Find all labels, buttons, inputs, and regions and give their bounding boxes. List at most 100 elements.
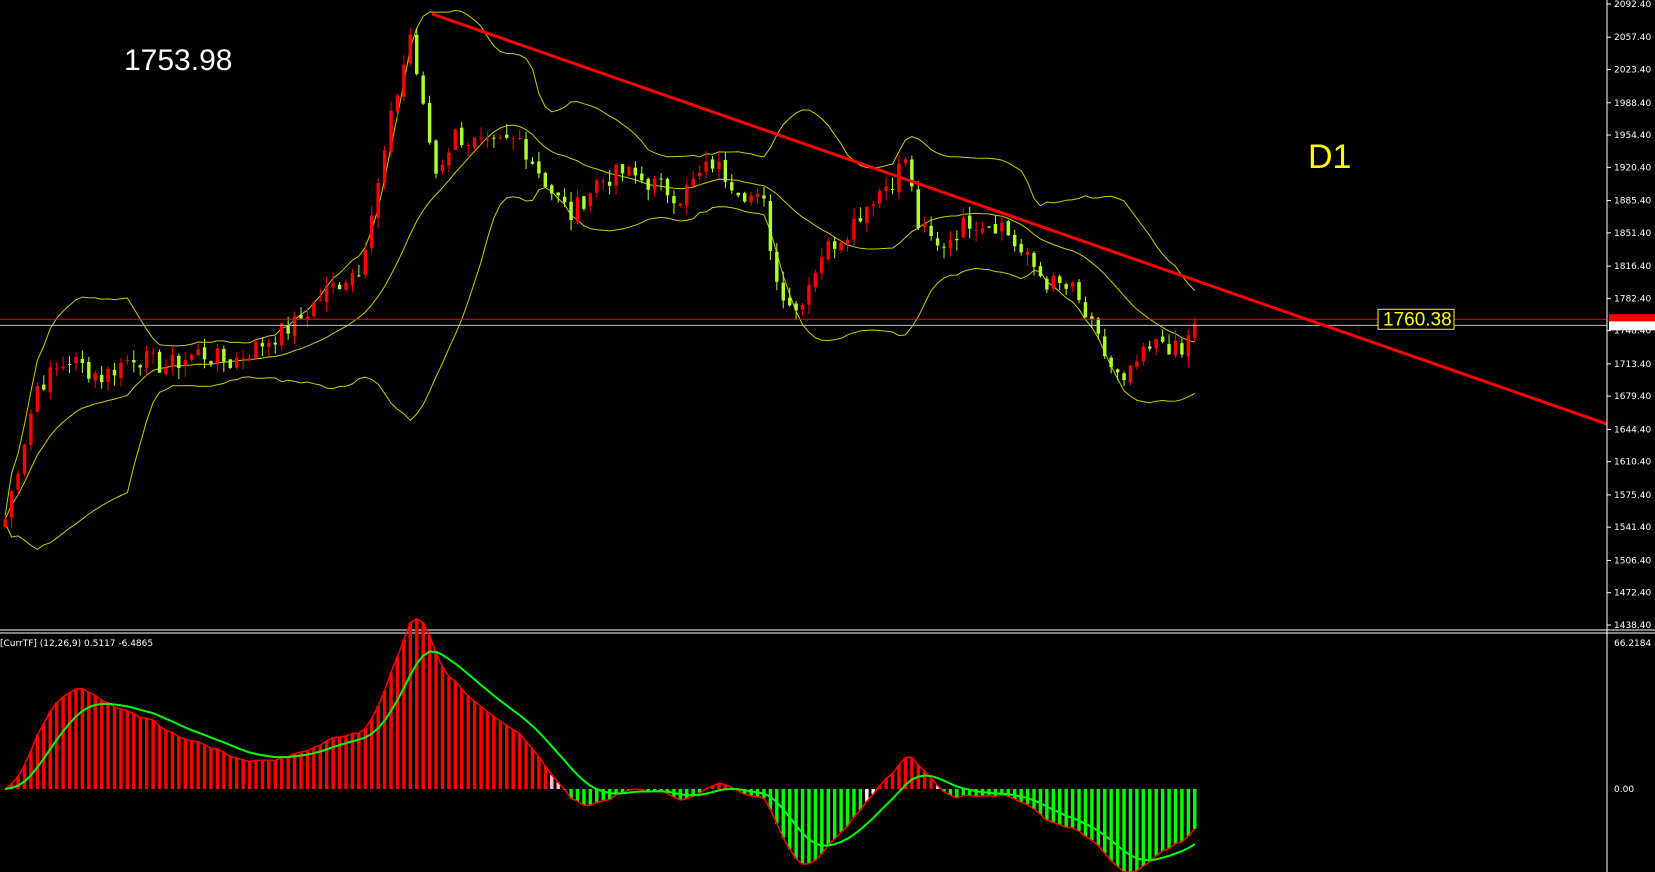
candle-body (742, 193, 747, 202)
candle-body (569, 201, 573, 221)
candle-body (22, 444, 27, 474)
histogram-bar (144, 718, 149, 789)
candle-body (99, 374, 104, 383)
histogram-bar (202, 744, 207, 789)
candle-body (241, 358, 245, 360)
candle-body (1032, 252, 1036, 267)
candle-body (710, 159, 715, 169)
candle-body (987, 226, 991, 228)
histogram-bar (1083, 789, 1088, 837)
candle-body (267, 342, 271, 348)
candle-body (845, 239, 850, 244)
histogram-bar (517, 733, 522, 789)
histogram-bar (170, 732, 175, 789)
histogram-bar (826, 789, 830, 846)
histogram-bar (807, 789, 811, 864)
candle-body (312, 302, 316, 317)
candle-body (550, 185, 554, 194)
axis-tick-label: 1679.40 (1614, 392, 1651, 402)
histogram-bar (588, 789, 593, 806)
candle-body (363, 249, 368, 275)
candle-body (485, 138, 490, 141)
candle-body (299, 314, 303, 319)
candle-body (370, 215, 374, 248)
candle-body (1135, 361, 1139, 367)
candle-body (929, 225, 933, 236)
candle-body (498, 137, 503, 139)
candle-body (1013, 235, 1017, 247)
histogram-bar (575, 789, 580, 802)
candle-body (1070, 282, 1075, 287)
level-label-text: 1760.38 (1383, 309, 1452, 330)
histogram-bar (29, 750, 33, 789)
candle-body (730, 182, 734, 191)
histogram-bar (286, 756, 290, 789)
histogram-bar (222, 752, 226, 789)
histogram-bar (781, 789, 785, 838)
candle-body (755, 194, 760, 197)
candle-body (170, 354, 175, 367)
candle-body (106, 368, 110, 382)
candle-body (614, 164, 618, 186)
candle-body (183, 360, 187, 366)
candle-body (3, 519, 7, 527)
histogram-bar (1070, 789, 1075, 828)
candle-body (260, 342, 265, 347)
candle-body (640, 173, 644, 181)
candle-body (620, 164, 625, 174)
candle-body (144, 351, 149, 369)
candle-body (832, 241, 837, 249)
histogram-bar (460, 688, 464, 789)
candle-body (1180, 343, 1184, 355)
candle-body (376, 182, 380, 219)
histogram-bar (247, 761, 252, 789)
histogram-bar (234, 758, 239, 789)
histogram-bar (1122, 789, 1126, 872)
histogram-bar (93, 695, 97, 789)
histogram-bar (820, 789, 824, 854)
candle-body (607, 181, 612, 186)
candle-body (1128, 365, 1133, 383)
histogram-bar (505, 725, 509, 789)
axis-tick-label: 1782.40 (1614, 294, 1651, 304)
histogram-bar (254, 760, 258, 789)
histogram-bar (1160, 789, 1165, 851)
histogram-bar (157, 726, 162, 789)
candle-body (157, 351, 162, 373)
candle-body (209, 361, 213, 364)
candle-body (736, 192, 740, 196)
histogram-bar (67, 692, 72, 789)
histogram-bar (1103, 789, 1107, 854)
axis-tick-label: 1472.40 (1614, 589, 1651, 599)
histogram-bar (858, 789, 863, 810)
candle-body (800, 304, 805, 310)
histogram-bar (440, 666, 445, 789)
candle-body (916, 189, 920, 229)
candle-body (530, 161, 535, 164)
histogram-bar (595, 789, 599, 803)
histogram-bar (890, 773, 895, 789)
histogram-bar (685, 789, 689, 799)
candle-body (1064, 284, 1068, 289)
histogram-bar (852, 789, 856, 818)
candle-body (665, 178, 670, 196)
histogram-bar (472, 701, 477, 789)
histogram-bar (1025, 789, 1030, 805)
candle-body (247, 358, 252, 361)
histogram-bar (415, 618, 419, 789)
candle-body (35, 385, 40, 412)
candle-body (16, 473, 20, 490)
candle-body (678, 203, 683, 206)
candle-body (196, 349, 200, 356)
candle-body (1038, 266, 1043, 277)
candle-body (408, 34, 413, 64)
histogram-bar (370, 718, 374, 789)
trendline (431, 12, 1608, 426)
candle-body (189, 354, 194, 360)
candle-body (357, 275, 361, 277)
candle-body (974, 229, 978, 231)
axis-tick-label: 1954.40 (1614, 131, 1651, 141)
candle-body (691, 178, 695, 186)
candle-body (537, 161, 541, 174)
candle-body (826, 241, 830, 260)
